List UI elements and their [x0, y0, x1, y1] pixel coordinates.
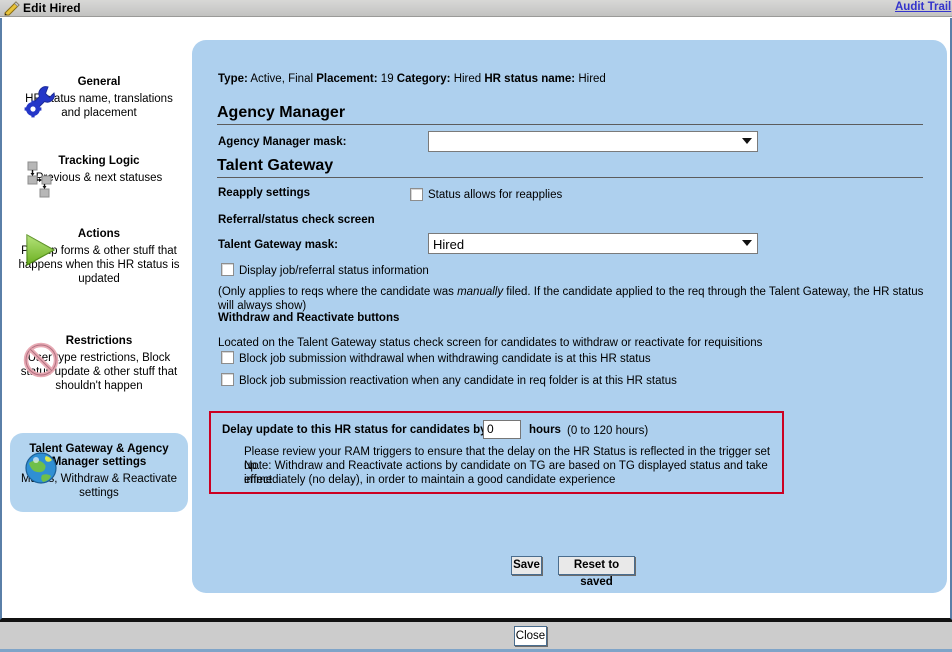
sidebar-item-actions[interactable]: Actions Pop up forms & other stuff that … — [10, 224, 188, 292]
close-button[interactable]: Close — [514, 626, 547, 646]
delay-update-highlight-box: Delay update to this HR status for candi… — [209, 411, 784, 494]
block-reactivation-label: Block job submission reactivation when a… — [239, 375, 677, 387]
type-value: Active, Final — [250, 73, 314, 85]
agency-manager-mask-select[interactable] — [428, 131, 758, 152]
no-entry-icon — [22, 341, 60, 384]
delay-hours-range: (0 to 120 hours) — [567, 425, 649, 437]
save-button[interactable]: Save — [511, 556, 542, 575]
category-value: Hired — [453, 73, 482, 85]
display-status-note-italic: manually — [457, 286, 504, 298]
main-settings-panel: Type: Active, Final Placement: 19 Catego… — [192, 40, 947, 593]
status-allows-reapplies-label: Status allows for reapplies — [428, 189, 563, 201]
green-play-triangle-icon — [24, 233, 60, 272]
delay-hours-units: hours — [529, 424, 561, 436]
display-job-referral-status-checkbox[interactable] — [221, 263, 234, 276]
reset-to-saved-button[interactable]: Reset to saved — [558, 556, 635, 588]
talent-gateway-mask-select[interactable]: Hired — [428, 233, 758, 254]
delay-update-label: Delay update to this HR status for candi… — [222, 424, 487, 436]
placement-label: Placement: — [316, 73, 378, 85]
sidebar-item-restrictions[interactable]: Restrictions User type restrictions, Blo… — [10, 331, 188, 399]
block-withdrawal-checkbox[interactable] — [221, 351, 234, 364]
block-reactivation-checkbox[interactable] — [221, 373, 234, 386]
sidebar-item-tracking-logic[interactable]: Tracking Logic Previous & next statuses — [10, 151, 188, 198]
window-body: General HR status name, translations and… — [0, 18, 952, 620]
type-label: Type: — [218, 73, 248, 85]
talent-gateway-mask-value: Hired — [433, 237, 465, 252]
reapply-settings-label: Reapply settings — [218, 187, 311, 199]
sidebar-navigation: General HR status name, translations and… — [2, 18, 192, 618]
display-status-note-part3: always show) — [237, 300, 307, 312]
withdraw-reactivate-heading: Withdraw and Reactivate buttons — [218, 312, 400, 324]
pencil-icon — [3, 0, 21, 16]
flowchart-icon — [26, 160, 64, 203]
display-status-note: (Only applies to reqs where the candidat… — [218, 285, 930, 313]
referral-status-check-screen-label: Referral/status check screen — [218, 214, 375, 226]
display-status-note-part1: (Only applies to reqs where the candidat… — [218, 286, 458, 298]
delay-note-line-3: immediately (no delay), in order to main… — [244, 474, 616, 486]
sidebar-item-general[interactable]: General HR status name, translations and… — [10, 72, 188, 126]
category-label: Category: — [396, 73, 451, 85]
hr-status-name-value: Hired — [578, 73, 606, 85]
window-title: Edit Hired — [23, 1, 81, 15]
placement-value: 19 — [380, 73, 394, 85]
section-heading-agency-manager: Agency Manager — [217, 104, 923, 125]
delay-hours-input[interactable]: 0 — [483, 420, 521, 439]
section-heading-talent-gateway: Talent Gateway — [217, 157, 923, 178]
status-meta-line: Type: Active, Final Placement: 19 Catego… — [218, 73, 606, 85]
audit-trail-link[interactable]: Audit Trail — [895, 1, 952, 13]
window-footer — [0, 620, 952, 652]
chevron-down-icon — [742, 138, 752, 144]
globe-icon — [24, 451, 58, 490]
status-allows-reapplies-checkbox[interactable] — [410, 188, 423, 201]
window-title-bar: Edit Hired Audit Trail — [0, 0, 952, 17]
agency-manager-mask-label: Agency Manager mask: — [218, 136, 347, 148]
block-withdrawal-label: Block job submission withdrawal when wit… — [239, 353, 651, 365]
hr-status-name-label: HR status name: — [484, 73, 576, 85]
sidebar-item-talent-gateway[interactable]: Talent Gateway & Agency Manager settings… — [10, 433, 188, 512]
talent-gateway-mask-label: Talent Gateway mask: — [218, 239, 338, 251]
display-job-referral-status-label: Display job/referral status information — [239, 265, 429, 277]
wrench-gear-icon — [22, 82, 60, 125]
chevron-down-icon — [742, 240, 752, 246]
withdraw-reactivate-description: Located on the Talent Gateway status che… — [218, 337, 763, 349]
